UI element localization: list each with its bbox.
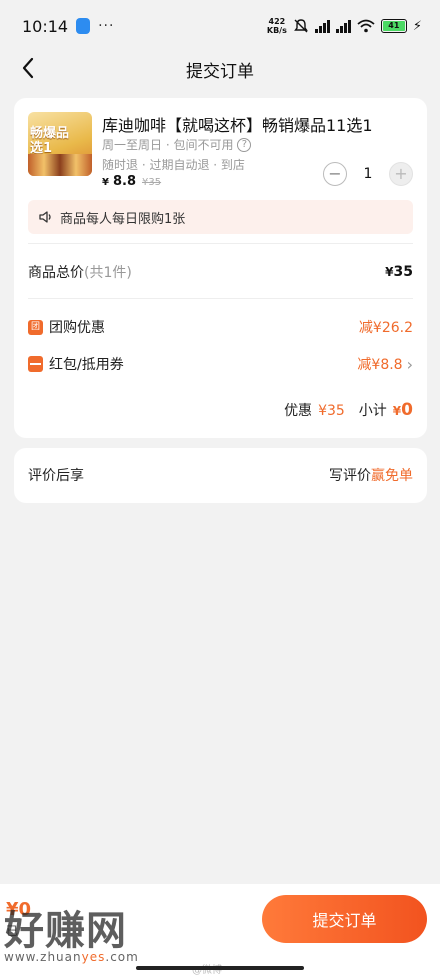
review-prefix: 写评价 <box>329 468 371 484</box>
decrease-quantity-button[interactable]: − <box>323 162 347 186</box>
summary-discount-label: 优惠 <box>284 403 313 419</box>
group-discount-label: 团购优惠 <box>49 320 105 336</box>
total-amount: 35 <box>393 264 413 280</box>
summary-subtotal-label: 小计 <box>358 403 387 419</box>
help-icon[interactable]: ? <box>237 137 252 152</box>
total-price-row: 商品总价(共1件) ¥35 <box>28 260 413 284</box>
app-notification-icon <box>76 18 91 34</box>
coupon-value: 减¥8.8 <box>357 357 403 373</box>
order-card: 畅爆品 选1 库迪咖啡【就喝这杯】畅销爆品11选1 周一至周日 · 包间不可用 … <box>14 98 427 438</box>
status-bar: 10:14 ··· 422 KB/s 41 ⚡ <box>0 0 440 52</box>
wifi-icon <box>357 19 375 33</box>
purchase-limit-notice: 商品每人每日限购1张 <box>28 200 413 234</box>
group-discount-icon: 团 <box>28 319 43 335</box>
product-refund-tags: 随时退 · 过期自动退 · 到店 <box>102 158 245 172</box>
quantity-value: 1 <box>363 166 373 182</box>
speaker-icon <box>39 211 51 223</box>
divider <box>28 243 413 244</box>
nav-bar: 提交订单 <box>0 52 440 86</box>
product-name: 库迪咖啡【就喝这杯】畅销爆品11选1 <box>102 116 373 135</box>
product-price: ¥ 8.8 ¥35 <box>102 174 161 189</box>
total-count: (共1件) <box>84 265 132 281</box>
review-reward-card[interactable]: 评价后享 写评价赢免单 <box>14 448 427 503</box>
signal-icon-2 <box>335 19 351 33</box>
watermark-url-pre: www.zhuan <box>4 950 82 964</box>
summary-discount-value: ¥35 <box>318 403 345 419</box>
summary-subtotal-value: ¥0 <box>393 400 413 420</box>
red-packet-icon <box>28 356 43 372</box>
more-notifications-icon: ··· <box>98 18 115 34</box>
subtotal-currency: ¥ <box>392 404 402 418</box>
battery-level: 41 <box>382 21 405 31</box>
back-button[interactable] <box>14 54 42 82</box>
product-usage-tags: 周一至周日 · 包间不可用 ? <box>102 136 252 153</box>
product-usage-text: 周一至周日 · 包间不可用 <box>102 138 234 152</box>
watermark-url-hl: yes <box>81 950 106 964</box>
page-title: 提交订单 <box>186 61 254 82</box>
review-highlight: 赢免单 <box>371 468 413 484</box>
total-value: ¥35 <box>385 264 413 280</box>
product-image[interactable]: 畅爆品 选1 <box>28 112 92 176</box>
increase-quantity-button[interactable]: + <box>389 162 413 186</box>
chevron-right-icon: › <box>406 354 413 374</box>
product-item: 畅爆品 选1 库迪咖啡【就喝这杯】畅销爆品11选1 周一至周日 · 包间不可用 … <box>28 112 413 192</box>
divider <box>28 298 413 299</box>
coupon-label: 红包/抵用券 <box>49 357 124 373</box>
home-indicator[interactable] <box>136 966 304 970</box>
signal-icon <box>314 19 330 33</box>
submit-order-button[interactable]: 提交订单 <box>262 895 427 943</box>
mute-bell-icon <box>293 19 308 33</box>
product-image-cups <box>28 154 92 176</box>
battery-icon: 41 <box>380 19 407 33</box>
quantity-stepper: − 1 + <box>323 162 413 186</box>
price-currency: ¥ <box>102 177 109 188</box>
total-label-text: 商品总价 <box>28 265 84 281</box>
watermark-url-post: .com <box>105 950 139 964</box>
net-speed-value: 422 <box>268 17 286 26</box>
total-currency: ¥ <box>385 265 394 279</box>
status-time: 10:14 <box>22 16 69 36</box>
limit-text: 商品每人每日限购1张 <box>60 211 186 227</box>
total-label: 商品总价(共1件) <box>28 262 132 282</box>
review-right: 写评价赢免单 <box>329 465 413 485</box>
net-speed: 422 KB/s <box>267 17 287 35</box>
review-row: 评价后享 写评价赢免单 <box>28 464 413 486</box>
product-image-text: 畅爆品 选1 <box>30 126 70 156</box>
group-discount-row: 团 团购优惠 减¥26.2 <box>28 316 413 338</box>
subtotal-amount: 0 <box>401 400 413 420</box>
bottom-bar: ¥0 已 好赚网 www.zhuanyes.com 提交订单 @微博 <box>0 884 440 979</box>
watermark-url: www.zhuanyes.com <box>4 950 139 964</box>
coupon-row[interactable]: 红包/抵用券 减¥8.8 › <box>28 353 413 375</box>
order-summary: 优惠 ¥35 小计 ¥0 <box>284 400 413 420</box>
net-speed-unit: KB/s <box>266 26 287 35</box>
price-value: 8.8 <box>112 174 136 189</box>
original-price: ¥35 <box>142 177 162 188</box>
group-discount-value: 减¥26.2 <box>358 320 413 336</box>
site-watermark: 好赚网 <box>4 908 127 954</box>
review-left-label: 评价后享 <box>28 468 84 484</box>
back-arrow-icon <box>22 57 34 79</box>
charging-icon: ⚡ <box>412 18 422 34</box>
